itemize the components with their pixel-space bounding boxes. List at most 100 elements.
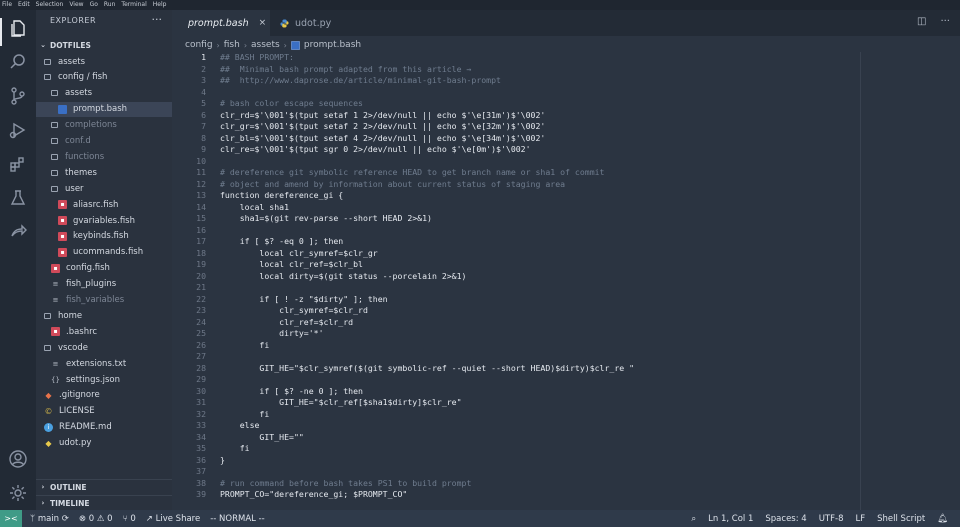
cursor-position[interactable]: Ln 1, Col 1: [708, 514, 753, 524]
tree-folder[interactable]: config / fish: [36, 70, 172, 85]
tab-udot-py[interactable]: udot.py: [270, 10, 360, 36]
tree-file[interactable]: {} settings.json: [36, 372, 172, 387]
code-line[interactable]: ## Minimal bash prompt adapted from this…: [220, 64, 471, 76]
ports-status[interactable]: ⑂ 0: [123, 514, 136, 524]
search-icon[interactable]: [6, 50, 30, 74]
code-line[interactable]: GIT_HE="$clr_symref($(git symbolic-ref -…: [220, 363, 634, 375]
code-line[interactable]: # object and amend by information about …: [220, 179, 565, 191]
code-line[interactable]: fi: [220, 340, 269, 352]
code-line[interactable]: clr_rd=$'\001'$(tput setaf 1 2>/dev/null…: [220, 110, 545, 122]
code-line[interactable]: clr_gr=$'\001'$(tput setaf 2 2>/dev/null…: [220, 121, 545, 133]
menu-item[interactable]: Terminal: [121, 0, 146, 10]
breadcrumb-item[interactable]: fish: [224, 40, 240, 50]
code-editor[interactable]: 1 2 3 4 5 6 7 8 9 10 11 12 13 14 15 16 17 18 19 20 21 22 23 24 2…: [172, 52, 960, 510]
menu-item[interactable]: Run: [104, 0, 116, 10]
close-icon[interactable]: ×: [259, 18, 267, 28]
extensions-icon[interactable]: [6, 152, 30, 176]
code-line[interactable]: sha1=$(git rev-parse --short HEAD 2>&1): [220, 213, 432, 225]
menu-item[interactable]: View: [69, 0, 83, 10]
tree-folder[interactable]: assets: [36, 54, 172, 69]
indentation[interactable]: Spaces: 4: [765, 514, 806, 524]
tree-folder[interactable]: home: [36, 308, 172, 323]
testing-icon[interactable]: [6, 186, 30, 210]
code-line[interactable]: if [ ! -z "$dirty" ]; then: [220, 294, 387, 306]
code-line[interactable]: # run command before bash takes PS1 to b…: [220, 478, 471, 490]
code-line[interactable]: if [ $? -ne 0 ]; then: [220, 386, 363, 398]
tree-file[interactable]: ▪ config.fish: [36, 261, 172, 276]
code-line[interactable]: # bash color escape sequences: [220, 98, 363, 110]
outline-section-header[interactable]: › OUTLINE: [36, 479, 172, 494]
tree-folder[interactable]: completions: [36, 118, 172, 133]
tree-file[interactable]: ≡ fish_plugins: [36, 277, 172, 292]
menu-item[interactable]: Help: [153, 0, 167, 10]
code-line[interactable]: clr_symref=$clr_rd: [220, 305, 368, 317]
tab-prompt-bash[interactable]: prompt.bash ×: [172, 10, 270, 36]
tree-file[interactable]: ≡ fish_variables: [36, 293, 172, 308]
sync-icon[interactable]: ⟳: [62, 514, 69, 524]
code-line[interactable]: PROMPT_CO="dereference_gi; $PROMPT_CO": [220, 489, 407, 501]
encoding[interactable]: UTF-8: [819, 514, 844, 524]
tree-file[interactable]: ▪ ucommands.fish: [36, 245, 172, 260]
code-line[interactable]: clr_bl=$'\001'$(tput setaf 4 2>/dev/null…: [220, 133, 545, 145]
timeline-section-header[interactable]: › TIMELINE: [36, 495, 172, 510]
code-line[interactable]: local clr_symref=$clr_gr: [220, 248, 377, 260]
tree-folder[interactable]: functions: [36, 149, 172, 164]
menu-item[interactable]: Go: [90, 0, 98, 10]
language-mode[interactable]: Shell Script: [877, 514, 925, 524]
end-of-line[interactable]: LF: [855, 514, 865, 524]
menu-item[interactable]: Edit: [18, 0, 30, 10]
tree-file[interactable]: i README.md: [36, 420, 172, 435]
tree-file[interactable]: ▪ aliasrc.fish: [36, 197, 172, 212]
menu-item[interactable]: Selection: [36, 0, 64, 10]
code-line[interactable]: local clr_ref=$clr_bl: [220, 259, 363, 271]
tree-folder[interactable]: user: [36, 181, 172, 196]
zoom-icon[interactable]: ⌕: [691, 514, 696, 524]
code-line[interactable]: clr_re=$'\001'$(tput sgr 0 2>/dev/null |…: [220, 144, 531, 156]
tree-file[interactable]: ▪ gvariables.fish: [36, 213, 172, 228]
source-control-icon[interactable]: [6, 84, 30, 108]
bell-icon[interactable]: 🔔︎: [937, 514, 948, 524]
explorer-icon[interactable]: [6, 16, 30, 40]
tree-folder[interactable]: themes: [36, 165, 172, 180]
tree-folder[interactable]: conf.d: [36, 134, 172, 149]
code-line[interactable]: clr_ref=$clr_rd: [220, 317, 353, 329]
explorer-more-actions-button[interactable]: ···: [152, 13, 163, 26]
code-line[interactable]: }: [220, 455, 225, 467]
workspace-root[interactable]: ⌄ DOTFILES: [36, 38, 172, 52]
live-share-icon[interactable]: [6, 220, 30, 244]
code-line[interactable]: if [ $? -eq 0 ]; then: [220, 236, 344, 248]
code-line[interactable]: fi: [220, 443, 250, 455]
settings-gear-icon[interactable]: [6, 481, 30, 505]
code-line[interactable]: function dereference_gi {: [220, 190, 343, 202]
account-icon[interactable]: [6, 447, 30, 471]
code-line[interactable]: # dereference git symbolic reference HEA…: [220, 167, 605, 179]
tree-folder[interactable]: vscode: [36, 340, 172, 355]
run-debug-icon[interactable]: [6, 118, 30, 142]
code-line[interactable]: ## http://www.daprose.de/article/minimal…: [220, 75, 501, 87]
branch-status[interactable]: ᛘ main ⟳: [30, 514, 69, 524]
code-line[interactable]: fi: [220, 409, 269, 421]
code-line[interactable]: local sha1: [220, 202, 289, 214]
code-line[interactable]: else: [220, 420, 260, 432]
live-share-status[interactable]: ↗ Live Share: [146, 514, 200, 524]
code-line[interactable]: GIT_HE="": [220, 432, 303, 444]
remote-indicator[interactable]: ><: [0, 510, 22, 527]
tree-file[interactable]: prompt.bash: [36, 101, 172, 117]
code-line[interactable]: GIT_HE="$clr_ref[$sha1$dirty]$clr_re": [220, 397, 461, 409]
tree-file[interactable]: ≡ extensions.txt: [36, 356, 172, 371]
problems-status[interactable]: ⊗ 0 ⚠ 0: [79, 514, 113, 524]
menu-item[interactable]: File: [2, 0, 12, 10]
tree-file[interactable]: ◆ .gitignore: [36, 388, 172, 403]
breadcrumb-item[interactable]: assets: [251, 40, 280, 50]
breadcrumb-item[interactable]: config: [185, 40, 213, 50]
code-line[interactable]: ## BASH PROMPT:: [220, 52, 294, 64]
code-line[interactable]: dirty='*': [220, 328, 323, 340]
tree-file[interactable]: ▪ .bashrc: [36, 324, 172, 339]
tree-file[interactable]: ▪ keybinds.fish: [36, 229, 172, 244]
tree-file[interactable]: ◆ udot.py: [36, 436, 172, 451]
tree-file[interactable]: © LICENSE: [36, 404, 172, 419]
tree-folder[interactable]: assets: [36, 86, 172, 101]
more-actions-icon[interactable]: ···: [940, 16, 950, 27]
code-line[interactable]: local dirty=$(git status --porcelain 2>&…: [220, 271, 466, 283]
breadcrumb-item[interactable]: prompt.bash: [304, 40, 361, 50]
